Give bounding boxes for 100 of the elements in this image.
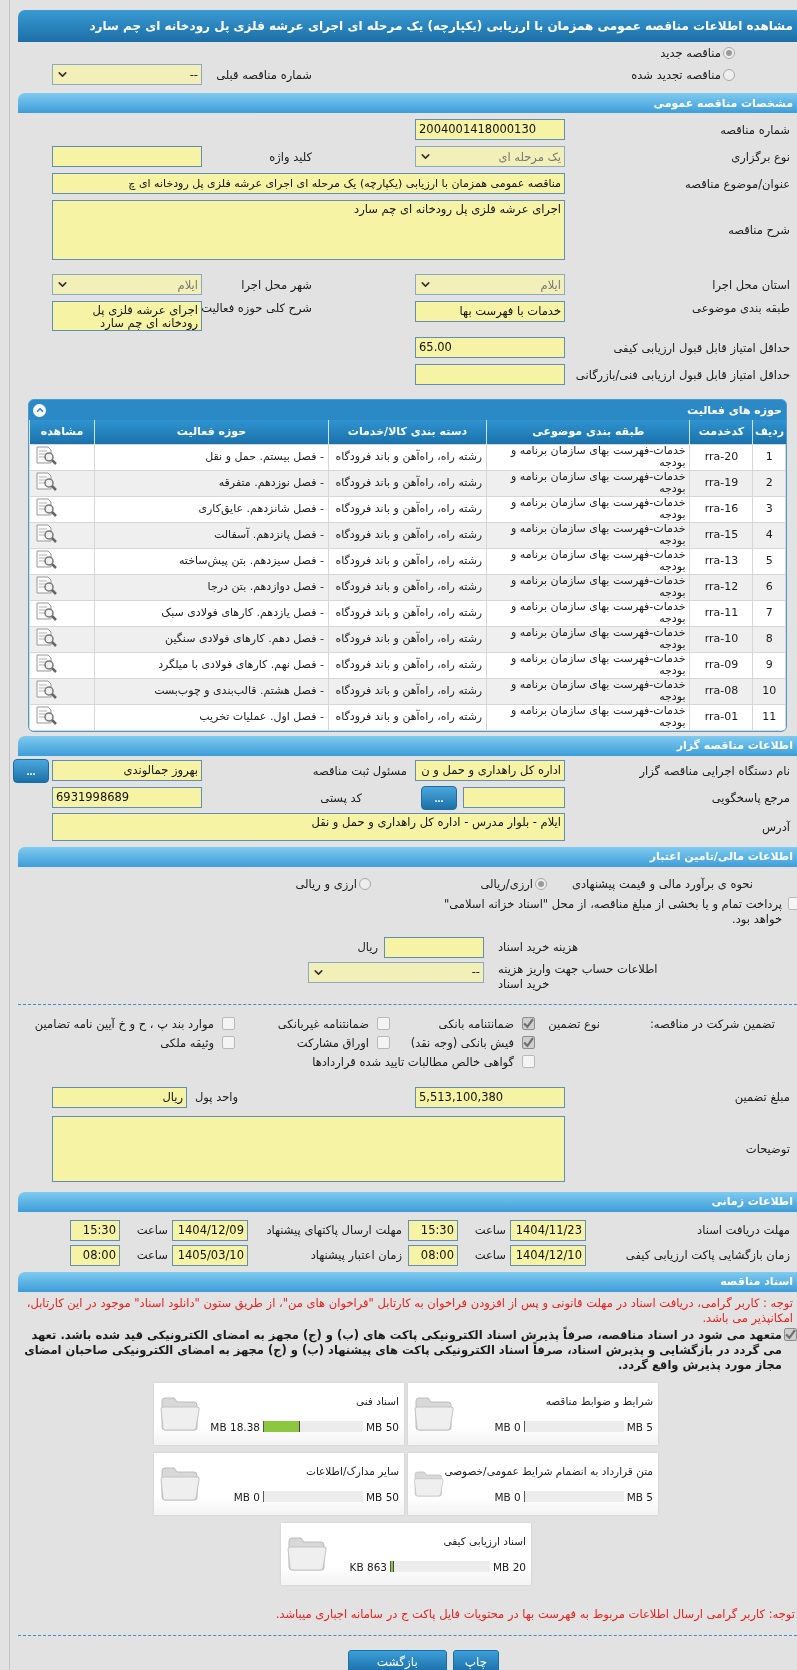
- input-field[interactable]: [415, 364, 565, 385]
- input-field[interactable]: اداره کل راهداری و حمل و ن: [415, 760, 565, 781]
- input-field[interactable]: 6931998689: [52, 787, 202, 808]
- input-field[interactable]: خدمات با فهرست بها: [415, 301, 565, 322]
- browse-button[interactable]: ...: [421, 785, 457, 810]
- field-label: واحد پول: [195, 1090, 239, 1104]
- checkbox[interactable]: [522, 1017, 535, 1030]
- text-area[interactable]: ایلام - بلوار مدرس - اداره کل راهداری و حمل و نقل: [52, 812, 565, 841]
- document-search-icon[interactable]: [34, 627, 58, 648]
- time-field[interactable]: 08:00: [408, 1244, 458, 1266]
- chevron-up-icon: [34, 405, 45, 415]
- document-search-icon[interactable]: [34, 653, 58, 674]
- notice-text: توجه : کاربر گرامی، دریافت اسناد در مهلت قانونی و پس از افزودن فراخوان به کارتابل "فراخوان های من"، از طریق ستون "دانلود اسناد" موجود در این کارتابل، امکانپذیر می باشد.: [25, 1294, 794, 1326]
- document-search-icon[interactable]: [34, 549, 58, 570]
- field-label: حداقل امتیاز قابل قبول ارزیابی کیفی: [612, 340, 790, 355]
- table-cell: 11: [753, 704, 786, 730]
- field-label: آدرس: [761, 819, 790, 834]
- document-search-icon[interactable]: [34, 575, 58, 596]
- input-field[interactable]: اجرای عرشه فلزی پل رودخانه ای چم سارد: [52, 301, 202, 331]
- table-cell: 5: [753, 548, 786, 574]
- time-field[interactable]: 08:00: [70, 1244, 120, 1266]
- document-title: اسناد ارزیابی کیفی: [443, 1534, 526, 1547]
- checkbox[interactable]: [522, 1055, 535, 1068]
- date-field[interactable]: 1404/12/09: [172, 1219, 248, 1241]
- radio-button[interactable]: [535, 877, 547, 890]
- select-field[interactable]: یک مرحله ای: [415, 146, 565, 167]
- size-used: 0 MB: [494, 1490, 521, 1503]
- action-button[interactable]: چاپ: [452, 1649, 500, 1670]
- input-field[interactable]: [384, 936, 484, 958]
- text-area[interactable]: اجرای عرشه فلزی پل رودخانه ای چم سارد: [52, 200, 565, 260]
- action-button[interactable]: بازگشت: [347, 1649, 447, 1670]
- radio-button[interactable]: [723, 68, 735, 81]
- browse-button[interactable]: ...: [13, 758, 49, 783]
- document-title: شرایط و ضوابط مناقصه: [545, 1394, 653, 1407]
- table-cell: رشته راه، راه‌آهن و باند فرودگاه: [328, 522, 487, 548]
- table-cell: رشته راه، راه‌آهن و باند فرودگاه: [328, 704, 487, 730]
- radio-button[interactable]: [723, 47, 735, 59]
- document-search-icon[interactable]: [34, 471, 58, 492]
- document-title: سایر مدارک/اطلاعات: [306, 1464, 399, 1477]
- table-cell: rra-11: [689, 600, 753, 626]
- time-field[interactable]: 15:30: [70, 1219, 120, 1241]
- select-field[interactable]: ایلام: [415, 274, 565, 295]
- field-label: شرح مناقصه: [727, 223, 790, 237]
- checkbox[interactable]: [222, 1036, 235, 1049]
- date-field[interactable]: 1404/11/23: [510, 1219, 586, 1241]
- radio-label: مناقصه جدید: [660, 46, 721, 60]
- input-field[interactable]: [463, 787, 565, 808]
- field-label: ساعت: [135, 1223, 168, 1237]
- time-field[interactable]: 15:30: [408, 1219, 458, 1241]
- table-cell: rra-19: [689, 470, 753, 496]
- radio-label: ارزی/ریالی: [480, 876, 533, 891]
- checkbox[interactable]: [377, 1036, 390, 1049]
- input-field[interactable]: بهروز جمالوندی: [52, 760, 202, 781]
- unit-label: ریال: [357, 940, 378, 954]
- size-limit: 50 MB: [366, 1420, 399, 1433]
- document-search-icon[interactable]: [34, 705, 58, 726]
- table-cell: - فصل سیزدهم. بتن پیش‌ساخته: [94, 548, 329, 574]
- column-header: ردیف: [753, 420, 786, 444]
- radio-button[interactable]: [359, 877, 371, 890]
- checkbox[interactable]: [377, 1017, 390, 1030]
- checkbox[interactable]: [522, 1036, 535, 1049]
- field-label: نحوه ی برآورد مالی و قیمت پیشنهادی: [570, 876, 753, 891]
- column-header: طبقه بندی موضوعی: [486, 420, 690, 444]
- table-cell: خدمات-فهرست بهای سازمان برنامه و بودجه: [486, 548, 690, 574]
- table-cell: rra-12: [689, 574, 753, 600]
- document-search-icon[interactable]: [34, 497, 58, 518]
- field-label: مبلغ تضمین: [733, 1090, 790, 1104]
- checkbox[interactable]: [222, 1017, 235, 1030]
- checkbox-label: ضمانتنامه بانکی: [438, 1016, 514, 1031]
- input-field[interactable]: مناقصه عمومی همزمان با ارزیابی (یکپارچه) یک مرحله ای اجرای عرشه فلزی پل رودخانه ای چ: [52, 173, 565, 194]
- input-field[interactable]: 5,513,100,380: [415, 1086, 565, 1108]
- date-field[interactable]: 1404/12/10: [510, 1244, 586, 1266]
- size-used: 18.38 MB: [210, 1420, 260, 1433]
- checkbox[interactable]: [788, 896, 797, 910]
- input-field[interactable]: 65.00: [415, 337, 565, 358]
- checkbox-label: موارد بند پ ، ح و خ آیین نامه تضامین: [34, 1016, 214, 1031]
- column-header: مشاهده: [29, 420, 95, 444]
- select-field[interactable]: --: [52, 64, 202, 85]
- section-header: اطلاعات مالی/تامین اعتبار: [18, 846, 797, 867]
- document-search-icon[interactable]: [34, 601, 58, 622]
- table-cell: rra-20: [689, 444, 753, 470]
- text-area[interactable]: [52, 1115, 565, 1182]
- date-field[interactable]: 1405/03/10: [172, 1244, 248, 1266]
- input-field[interactable]: 2004001418000130: [415, 119, 565, 140]
- select-field[interactable]: ایلام: [52, 274, 202, 295]
- table-cell: - فصل هشتم. قالب‌بندی و چوب‌بست: [94, 678, 329, 704]
- document-search-icon[interactable]: [34, 523, 58, 544]
- input-field[interactable]: ریال: [52, 1086, 187, 1108]
- select-field[interactable]: --: [308, 961, 484, 983]
- document-search-icon[interactable]: [34, 445, 58, 466]
- document-search-icon[interactable]: [34, 679, 58, 700]
- field-label: زمان اعتبار پیشنهاد: [309, 1248, 402, 1262]
- input-field[interactable]: [52, 146, 202, 167]
- checkbox[interactable]: [784, 1327, 797, 1341]
- size-limit: 5 MB: [626, 1420, 653, 1433]
- document-title: متن قرارداد به انضمام شرایط عمومی/خصوصی: [444, 1464, 653, 1477]
- field-label: کلید واژه: [268, 149, 312, 164]
- table-cell: rra-15: [689, 522, 753, 548]
- field-label: نوع تضمین: [547, 1016, 600, 1031]
- collapse-button[interactable]: [33, 403, 46, 417]
